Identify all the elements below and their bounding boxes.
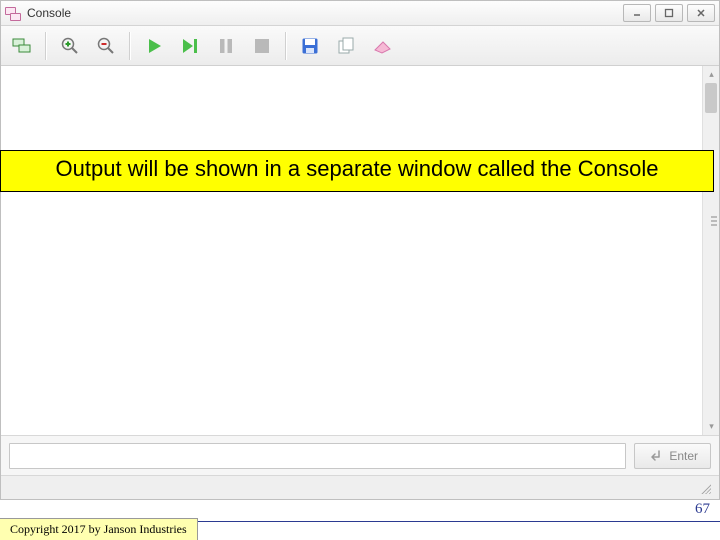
enter-label: Enter: [669, 449, 698, 463]
annotation-callout: Output will be shown in a separate windo…: [0, 150, 714, 192]
output-panel: [1, 66, 702, 435]
slide-page: Console: [0, 0, 720, 540]
toolbar: [1, 26, 719, 66]
status-bar: [1, 475, 719, 499]
slide-number: 67: [695, 501, 710, 518]
scroll-up-arrow[interactable]: ▴: [703, 66, 720, 83]
resize-grip[interactable]: [699, 482, 711, 494]
run-icon[interactable]: [139, 31, 169, 61]
zoom-in-icon[interactable]: [55, 31, 85, 61]
app-icon: [5, 5, 21, 21]
erase-icon[interactable]: [367, 31, 397, 61]
pause-icon[interactable]: [211, 31, 241, 61]
output-area: ▴ ▾: [1, 66, 719, 435]
save-icon[interactable]: [295, 31, 325, 61]
command-row: Enter: [1, 435, 719, 475]
copyright-label: Copyright 2017 by Janson Industries: [0, 518, 198, 540]
maximize-button[interactable]: [655, 4, 683, 22]
command-input[interactable]: [9, 443, 626, 469]
panes-icon[interactable]: [7, 31, 37, 61]
zoom-out-icon[interactable]: [91, 31, 121, 61]
annotation-text: Output will be shown in a separate windo…: [56, 156, 659, 181]
console-window: Console: [0, 0, 720, 500]
scroll-thumb[interactable]: [705, 83, 717, 113]
titlebar: Console: [1, 1, 719, 26]
minimize-button[interactable]: [623, 4, 651, 22]
stop-icon[interactable]: [247, 31, 277, 61]
window-title: Console: [27, 6, 71, 20]
copy-icon[interactable]: [331, 31, 361, 61]
enter-button[interactable]: Enter: [634, 443, 711, 469]
scroll-down-arrow[interactable]: ▾: [703, 418, 720, 435]
run-to-end-icon[interactable]: [175, 31, 205, 61]
return-arrow-icon: [647, 449, 663, 463]
close-button[interactable]: [687, 4, 715, 22]
vertical-scrollbar[interactable]: ▴ ▾: [702, 66, 719, 435]
splitter-grip[interactable]: [711, 216, 717, 236]
